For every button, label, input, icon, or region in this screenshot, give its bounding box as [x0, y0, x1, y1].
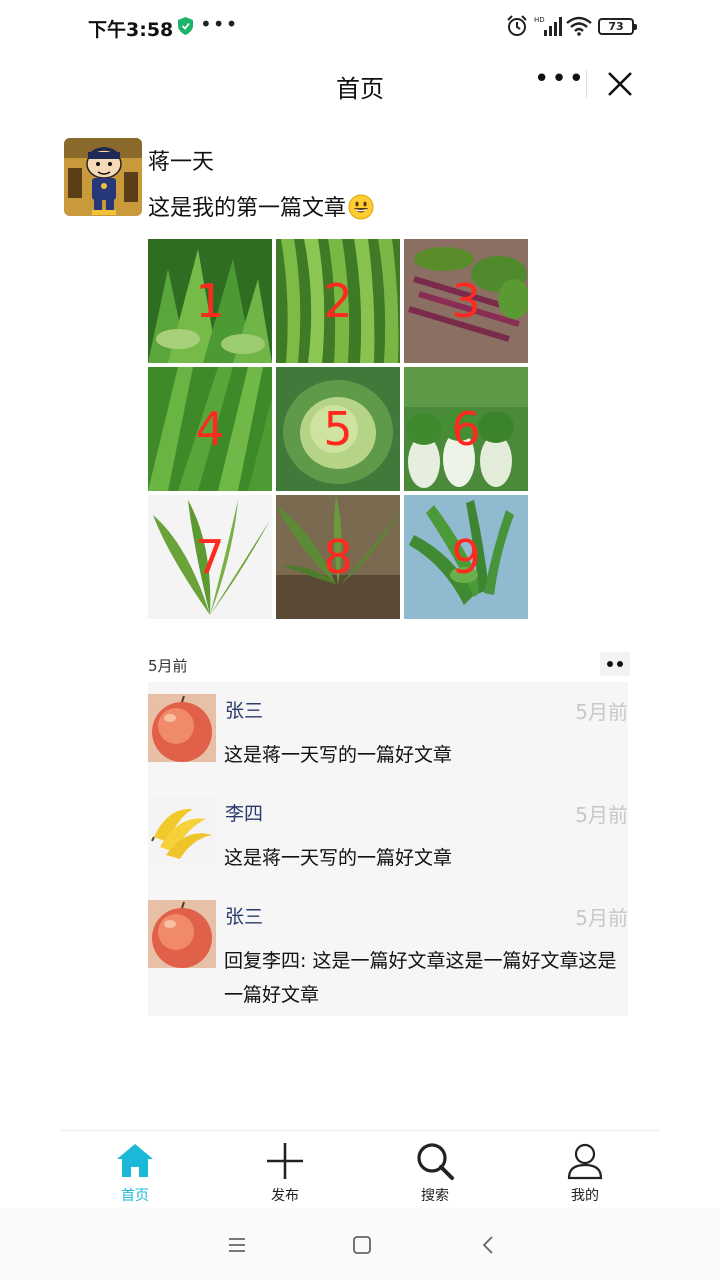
apple-avatar-image	[148, 694, 216, 762]
comment-text: 这是蒋一天写的一篇好文章	[224, 744, 453, 766]
image-number-label: 4	[195, 402, 225, 456]
image-number-label: 1	[195, 274, 225, 328]
back-icon[interactable]	[478, 1234, 500, 1256]
tab-label: 搜索	[421, 1188, 449, 1204]
image-grid: 1 2 3 4 5 6 7 8 9	[148, 239, 530, 621]
tab-label: 首页	[121, 1188, 149, 1204]
grid-image-4[interactable]: 4	[148, 367, 272, 491]
comment-text: 这是蒋一天写的一篇好文章	[224, 847, 453, 869]
more-dots-icon[interactable]: •••	[534, 66, 584, 96]
grid-image-6[interactable]: 6	[404, 367, 528, 491]
author-name[interactable]: 蒋一天	[148, 144, 214, 176]
search-icon	[417, 1143, 454, 1180]
grid-image-2[interactable]: 2	[276, 239, 400, 363]
grid-image-8[interactable]: 8	[276, 495, 400, 619]
home-nav-icon[interactable]	[351, 1234, 373, 1256]
grid-image-7[interactable]: 7	[148, 495, 272, 619]
notification-more-icon: •••	[200, 12, 239, 36]
cartoon-avatar-image	[64, 138, 142, 216]
divider	[586, 70, 587, 98]
grid-image-1[interactable]: 1	[148, 239, 272, 363]
tab-publish[interactable]: 发布	[210, 1131, 360, 1209]
image-number-label: 7	[195, 530, 225, 584]
image-number-label: 9	[451, 530, 481, 584]
commenter-name[interactable]: 张三	[225, 696, 263, 723]
home-icon	[117, 1144, 153, 1177]
tab-search[interactable]: 搜索	[360, 1131, 510, 1209]
system-nav-bar	[0, 1208, 720, 1280]
post-text-content: 这是我的第一篇文章	[148, 196, 347, 221]
status-bar: 下午3:58 ••• HD 73	[0, 0, 720, 54]
commenter-avatar[interactable]	[148, 797, 216, 865]
wifi-icon	[566, 16, 592, 36]
image-number-label: 2	[323, 274, 353, 328]
svg-text:HD: HD	[534, 16, 545, 24]
image-number-label: 5	[323, 402, 353, 456]
close-icon[interactable]	[604, 68, 636, 100]
tab-label: 发布	[271, 1188, 299, 1204]
grid-image-5[interactable]: 5	[276, 367, 400, 491]
author-avatar[interactable]	[64, 138, 142, 216]
commenter-name[interactable]: 李四	[225, 799, 263, 826]
dot	[607, 661, 613, 667]
tab-label: 我的	[571, 1188, 599, 1204]
user-icon	[567, 1143, 603, 1180]
tab-home[interactable]: 首页	[60, 1131, 210, 1209]
menu-icon[interactable]	[226, 1234, 248, 1256]
banana-avatar-image	[148, 797, 216, 865]
post-text: 这是我的第一篇文章	[148, 190, 374, 222]
commenter-avatar[interactable]	[148, 900, 216, 968]
apple-avatar-image	[148, 900, 216, 968]
dot	[617, 661, 623, 667]
plus-icon	[267, 1143, 303, 1179]
commenter-name[interactable]: 张三	[225, 902, 263, 929]
comment-time: 5月前	[575, 803, 628, 827]
grinning-face-emoji	[348, 194, 374, 220]
post-time: 5月前	[148, 657, 188, 675]
tab-mine[interactable]: 我的	[510, 1131, 660, 1209]
signal-icon: HD	[534, 16, 562, 36]
battery-indicator: 73	[598, 18, 637, 35]
alarm-icon	[507, 15, 527, 36]
shield-icon	[178, 17, 193, 35]
image-number-label: 6	[451, 402, 481, 456]
comment-time: 5月前	[575, 906, 628, 930]
grid-image-9[interactable]: 9	[404, 495, 528, 619]
commenter-avatar[interactable]	[148, 694, 216, 762]
bottom-tab-bar: 首页 发布 搜索 我的	[60, 1130, 660, 1208]
grid-image-3[interactable]: 3	[404, 239, 528, 363]
title-bar: 首页 •••	[0, 54, 720, 114]
comment-time: 5月前	[575, 700, 628, 724]
comments-section: 张三 5月前 这是蒋一天写的一篇好文章 李四 5月前 这是蒋一天写的一篇好文章	[148, 682, 628, 1016]
image-number-label: 8	[323, 530, 353, 584]
post-actions-button[interactable]	[600, 652, 630, 676]
image-number-label: 3	[451, 274, 481, 328]
status-time: 下午3:58	[88, 19, 174, 41]
comment-text: 回复李四: 这是一篇好文章这是一篇好文章这是一篇好文章	[224, 950, 617, 1006]
